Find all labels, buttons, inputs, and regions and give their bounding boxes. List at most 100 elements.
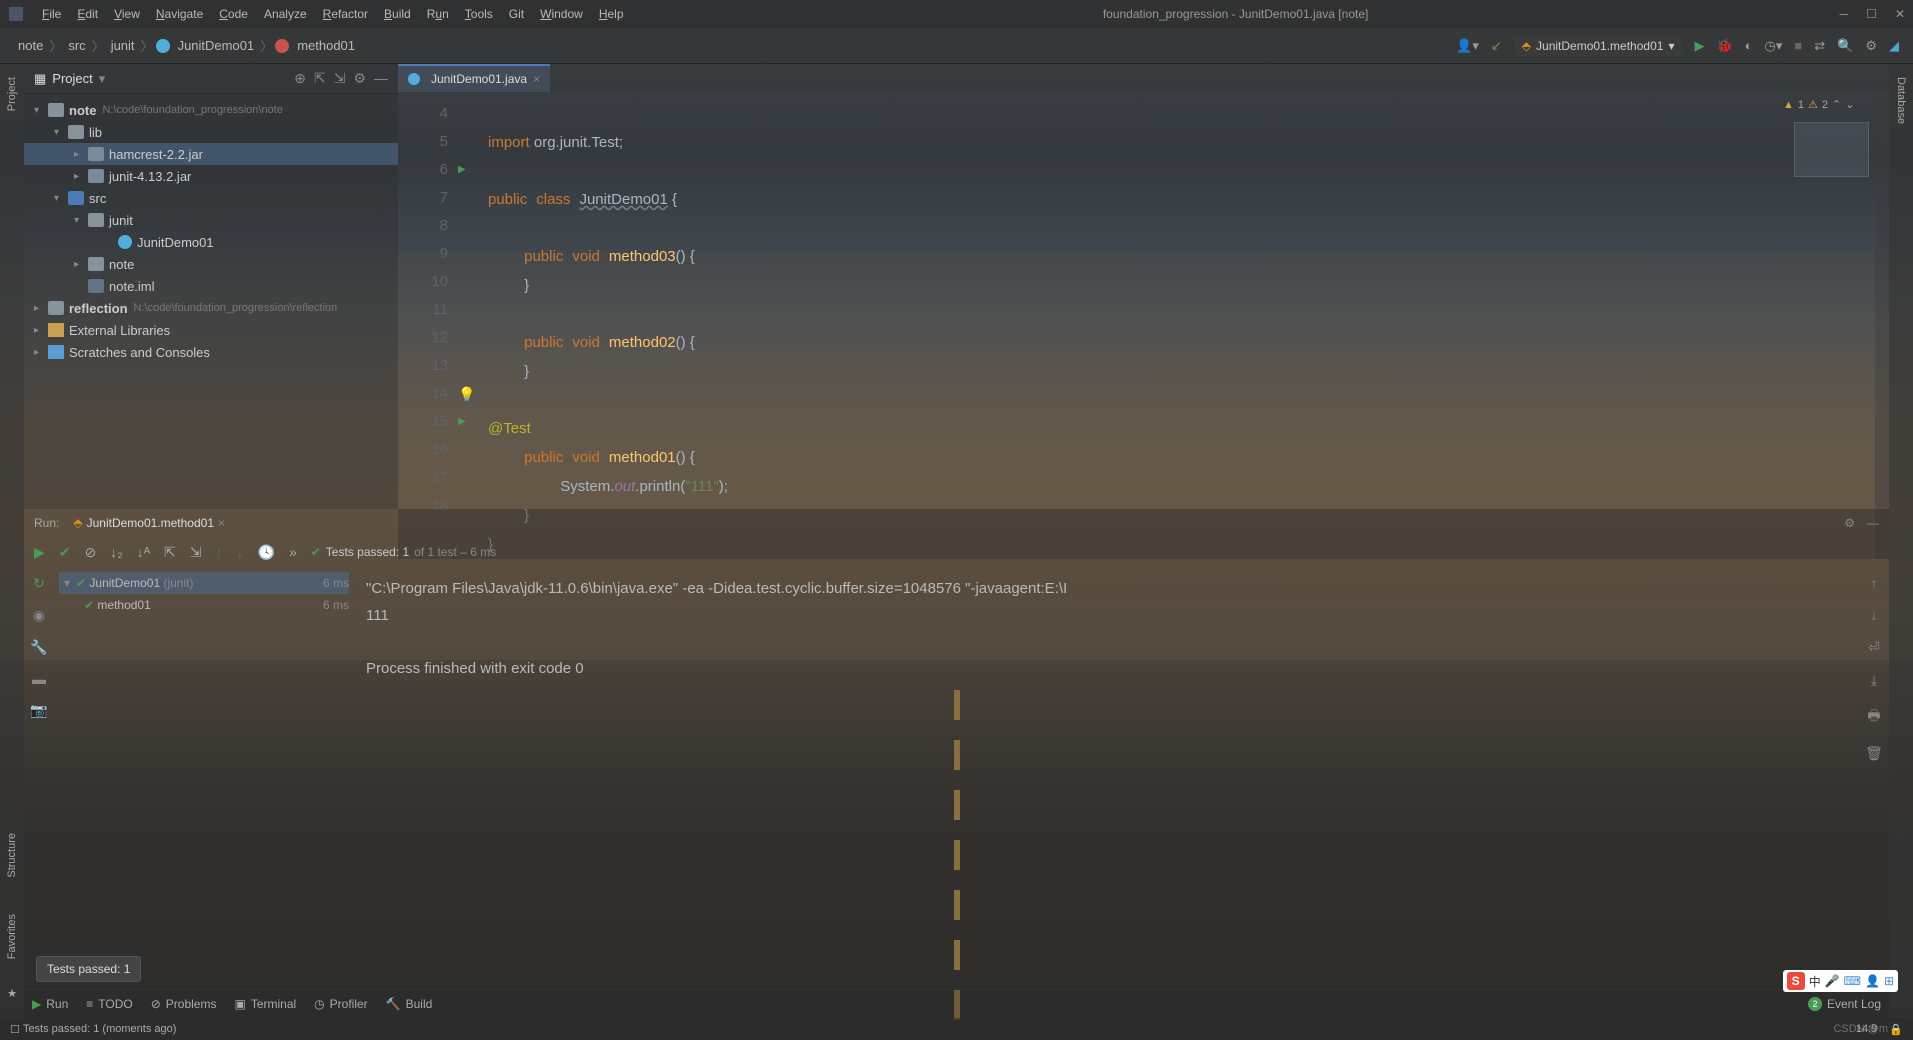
sort-icon[interactable]: ↓₂ (110, 544, 122, 560)
run-icon[interactable]: ▶ (1694, 38, 1704, 54)
menu-help[interactable]: Help (591, 7, 632, 21)
intention-bulb-icon[interactable]: 💡 (458, 380, 478, 408)
menu-edit[interactable]: Edit (69, 7, 106, 21)
expand-all-icon[interactable]: ⇱ (164, 544, 176, 561)
run-tool-window: Run: ⬘JunitDemo01.method01 × ⚙— ▶ ✔ ⊘ ↓₂… (24, 509, 1889, 988)
tab-build[interactable]: 🔨Build (386, 997, 433, 1011)
minimize-icon[interactable]: ─ (1840, 7, 1849, 21)
stop2-icon[interactable]: ◉ (33, 607, 45, 624)
crumb-method[interactable]: method01 (293, 38, 359, 53)
menu-window[interactable]: Window (532, 7, 591, 21)
code-editor[interactable]: 456789101112131415161718 ▶ 💡▶ import org… (398, 92, 1889, 559)
wrench-icon[interactable]: 🔧 (30, 639, 47, 656)
toggle-pass-icon[interactable]: ✔ (59, 544, 71, 561)
test-tree[interactable]: ▾✔ JunitDemo01 (junit)6 ms ✔ method016 m… (54, 567, 354, 988)
gutter-icons[interactable]: ▶ 💡▶ (458, 92, 478, 559)
clear-icon[interactable]: 🗑 (1865, 745, 1883, 762)
user-icon[interactable]: 👤▾ (1456, 38, 1479, 54)
star-icon[interactable]: ★ (7, 987, 17, 1000)
line-gutter: 456789101112131415161718 (398, 92, 458, 559)
run-tab[interactable]: ⬘JunitDemo01.method01 × (67, 514, 231, 532)
search-icon[interactable]: 🔍 (1837, 38, 1853, 54)
tab-run[interactable]: ▶Run (32, 997, 68, 1011)
next-icon[interactable]: ↓ (237, 544, 244, 560)
tab-terminal[interactable]: ▣Terminal (234, 997, 296, 1011)
camera-icon[interactable]: 📷 (30, 702, 47, 719)
menu-view[interactable]: View (106, 7, 148, 21)
error-stripe[interactable] (1875, 92, 1889, 559)
collapse-icon[interactable]: ⇲ (334, 70, 346, 87)
rerun-icon[interactable]: ▶ (34, 544, 45, 561)
scroll-down-icon[interactable]: ↓ (1871, 607, 1878, 623)
softwrap-icon[interactable]: ⏎ (1868, 639, 1880, 656)
inspections-widget[interactable]: ▲1 ⚠2 ⌃ ⌄ (1783, 98, 1873, 111)
run-left-toolbar: ↻ ◉ 🔧 ▬ 📷 (24, 567, 54, 988)
console-output[interactable]: "C:\Program Files\Java\jdk-11.0.6\bin\ja… (354, 567, 1859, 988)
history-icon[interactable]: 🕓 (258, 544, 275, 561)
scroll-end-icon[interactable]: ⤓ (1871, 672, 1877, 689)
menu-code[interactable]: Code (211, 7, 256, 21)
settings-icon[interactable]: ⚙ (1865, 38, 1877, 54)
menu-build[interactable]: Build (376, 7, 419, 21)
debug-icon[interactable]: 🐞 (1716, 38, 1732, 54)
tab-profiler[interactable]: ◷Profiler (314, 997, 368, 1011)
run-config-selector[interactable]: ⬘JunitDemo01.method01▾ (1514, 36, 1683, 56)
tree-item-hamcrest[interactable]: ▸hamcrest-2.2.jar (24, 143, 398, 165)
sogou-icon[interactable]: S (1787, 972, 1805, 990)
tab-database[interactable]: Database (1895, 69, 1907, 132)
run-settings-icon[interactable]: ⚙ (1844, 516, 1855, 530)
code-minimap[interactable] (1794, 122, 1869, 177)
locate-icon[interactable]: ⊕ (294, 70, 306, 87)
collapse-all-icon[interactable]: ⇲ (190, 544, 202, 561)
menu-analyze[interactable]: Analyze (256, 7, 315, 21)
project-dropdown-icon[interactable]: ▦ (34, 71, 46, 87)
tab-todo[interactable]: ≡TODO (86, 997, 132, 1011)
crumb-note[interactable]: note (14, 38, 47, 53)
menu-refactor[interactable]: Refactor (315, 7, 376, 21)
test-method-row[interactable]: ✔ method016 ms (59, 594, 349, 616)
profile-icon[interactable]: ◷▾ (1765, 38, 1783, 54)
expand-icon[interactable]: ⇱ (314, 70, 326, 87)
editor-tab-junitdemo[interactable]: JunitDemo01.java × (398, 64, 550, 92)
menu-navigate[interactable]: Navigate (148, 7, 211, 21)
menu-file[interactable]: File (34, 7, 69, 21)
git-icon[interactable]: ⇄ (1814, 38, 1825, 54)
scroll-up-icon[interactable]: ↑ (1871, 575, 1878, 591)
back-icon[interactable]: ↙ (1491, 38, 1502, 54)
more-icon[interactable]: » (289, 544, 297, 560)
project-title[interactable]: Project (52, 71, 92, 86)
right-sidebar: Database (1889, 64, 1913, 1010)
crumb-class[interactable]: JunitDemo01 (174, 38, 259, 53)
crumb-junit[interactable]: junit (107, 38, 139, 53)
close-tab-icon[interactable]: × (533, 72, 540, 86)
project-tree[interactable]: ▾noteN:\code\foundation_progression\note… (24, 94, 398, 509)
editor: JunitDemo01.java × 456789101112131415161… (398, 64, 1889, 509)
menu-git[interactable]: Git (501, 7, 532, 21)
ime-toolbar[interactable]: S 中 🎤 ⌨ 👤 ⊞ (1783, 970, 1898, 992)
tab-favorites[interactable]: Favorites (6, 906, 18, 967)
rerun2-icon[interactable]: ↻ (33, 575, 45, 592)
gradient-icon[interactable]: ◢ (1889, 38, 1899, 54)
test-class-row[interactable]: ▾✔ JunitDemo01 (junit)6 ms (59, 572, 349, 594)
tab-structure[interactable]: Structure (6, 825, 18, 886)
hide-icon[interactable]: — (374, 70, 388, 87)
maximize-icon[interactable]: ☐ (1866, 7, 1877, 21)
lock-icon[interactable]: 🔒 (1889, 1023, 1903, 1036)
crumb-src[interactable]: src (64, 38, 89, 53)
menu-tools[interactable]: Tools (457, 7, 501, 21)
settings-icon[interactable]: ⚙ (353, 70, 366, 87)
stop-icon[interactable]: ■ (1794, 38, 1802, 53)
console-toolbar: ↑ ↓ ⏎ ⤓ 🖶 🗑 (1859, 567, 1889, 988)
sort2-icon[interactable]: ↓ᴬ (137, 544, 150, 560)
pin-icon[interactable]: ▬ (32, 671, 46, 687)
coverage-icon[interactable]: ◐ (1745, 38, 1753, 53)
tab-eventlog[interactable]: 2Event Log (1808, 997, 1881, 1011)
tab-project[interactable]: Project (6, 69, 18, 119)
run-hide-icon[interactable]: — (1867, 516, 1879, 530)
prev-icon[interactable]: ↑ (216, 544, 223, 560)
close-icon[interactable]: ✕ (1895, 7, 1905, 21)
tab-problems[interactable]: ⊘Problems (151, 997, 217, 1011)
print-icon[interactable]: 🖶 (1867, 705, 1880, 729)
menu-run[interactable]: Run (419, 7, 457, 21)
toggle-ignore-icon[interactable]: ⊘ (85, 544, 97, 561)
